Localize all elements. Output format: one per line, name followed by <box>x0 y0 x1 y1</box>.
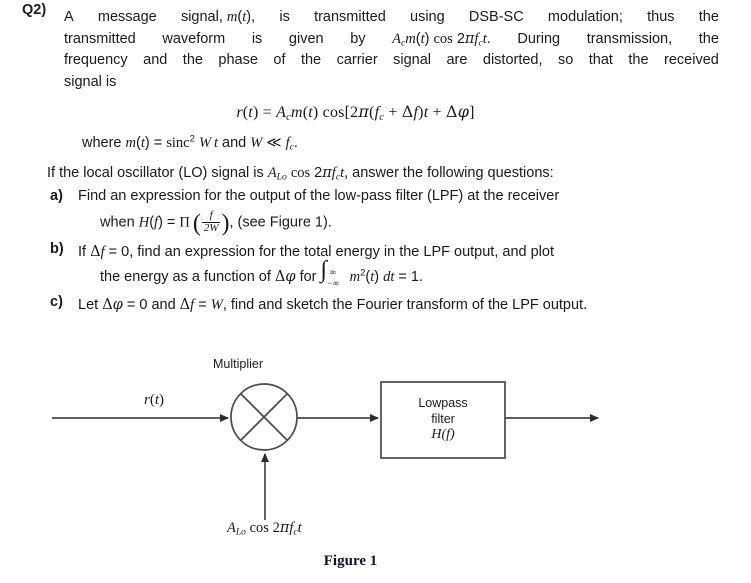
part-a-line2: when H(f) = Π (f 2W), (see Figure 1). <box>100 209 332 237</box>
intro-line-2: transmitted waveform is given by Acm(t) cos 2… <box>64 30 719 49</box>
figure-block-diagram: Multiplier r(t) Lowpass filter H(f) ALo … <box>0 350 751 583</box>
multiplier-label: Multiplier <box>213 357 264 371</box>
local-oscillator-line: If the local oscillator (LO) signal is A… <box>47 165 554 183</box>
question-part-a: a) Find an expression for the output of … <box>0 182 751 237</box>
lowpass-filter-label: Lowpass filter H(f) <box>381 395 505 443</box>
question-part-b: b) If Δf = 0, find an expression for the… <box>0 235 751 289</box>
part-c-line1: Let Δφ = 0 and Δf = W, find and sketch t… <box>78 296 588 313</box>
intro-text: Amessage signal, m(t), is transmitted using D… <box>0 0 751 93</box>
question-label: Q2) <box>22 2 47 18</box>
local-oscillator-label: ALo cos 2πfct <box>227 520 302 538</box>
input-signal-label: r(t) <box>144 392 165 408</box>
part-c-bullet: c) <box>50 293 63 310</box>
figure-caption: Figure 1 <box>323 553 378 569</box>
lpf-line-1: Lowpass <box>418 396 468 410</box>
question-block: Q2) Amessage signal, m(t), is transmitted us… <box>0 0 751 316</box>
part-b-line1: If Δf = 0, find an expression for the to… <box>78 243 554 260</box>
intro-line-1: Amessage signal, m(t), is transmitted using D… <box>64 9 719 25</box>
intro-line-3: frequency and the phase of the carrier signal ar… <box>64 52 719 68</box>
part-b-bullet: b) <box>50 240 64 257</box>
lpf-line-2: filter <box>431 412 455 426</box>
intro-line-4: signal is <box>64 73 117 90</box>
diagram-svg <box>52 381 599 520</box>
part-a-line1: Find an expression for the output of the… <box>78 188 560 204</box>
part-a-bullet: a) <box>50 188 63 204</box>
main-equation: r(t) = Acm(t) cos[2π(fc + Δf)t + Δφ] <box>236 102 475 123</box>
lpf-line-3: H(f) <box>431 427 455 442</box>
where-line: where m(t) = sinc2 W t and W ≪ fc. <box>82 133 298 153</box>
question-intro-paragraph: Q2) Amessage signal, m(t), is transmitted us… <box>0 0 751 93</box>
question-part-c: c) Let Δφ = 0 and Δf = W, find and sketc… <box>0 288 751 316</box>
part-b-line2: the energy as a function of Δφ for ∫ ∞ −∞ … <box>100 257 424 289</box>
integral-symbol: ∫ ∞ −∞ <box>320 257 340 289</box>
